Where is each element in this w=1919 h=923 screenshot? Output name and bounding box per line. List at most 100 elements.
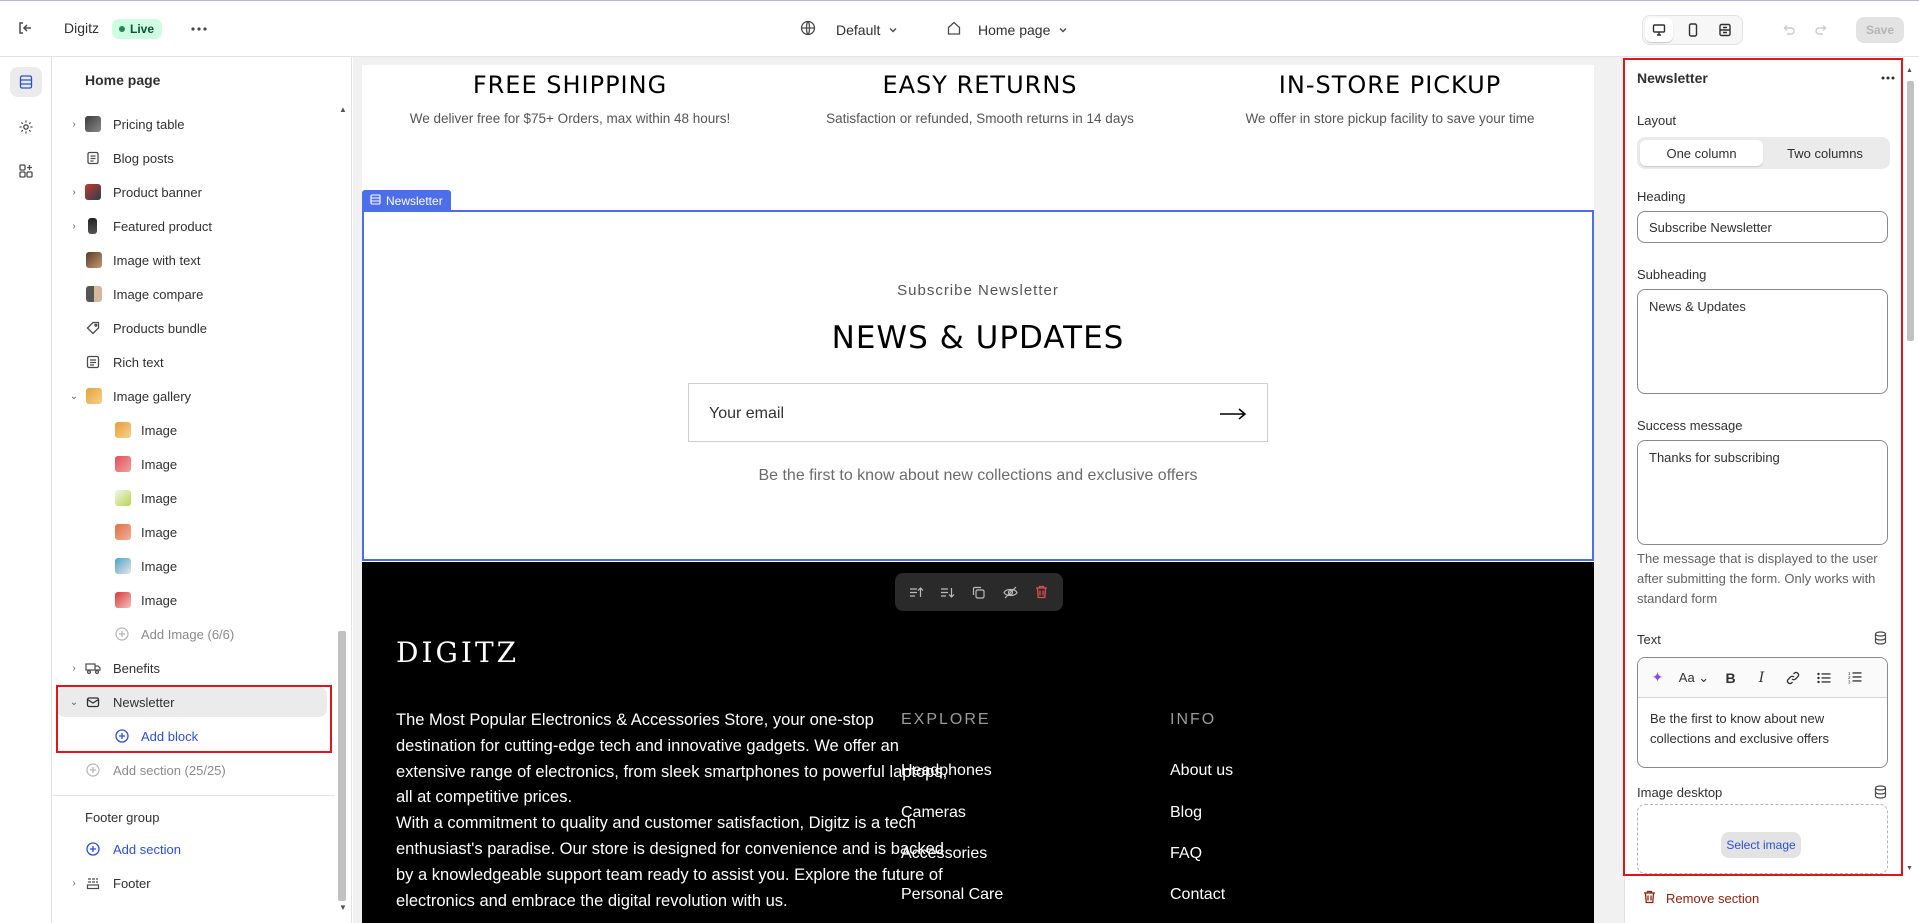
footer-link[interactable]: FAQ: [1170, 845, 1202, 863]
sidebar-item-label: Image compare: [113, 286, 204, 302]
undo-icon[interactable]: [1776, 18, 1800, 42]
sidebar-item-featured-product[interactable]: › Featured product: [53, 211, 333, 241]
sidebar-item-label: Footer: [113, 875, 151, 891]
move-up-icon[interactable]: [907, 582, 927, 602]
scroll-down-icon[interactable]: ▼: [1906, 865, 1913, 872]
duplicate-icon[interactable]: [969, 582, 989, 602]
apps-icon[interactable]: [10, 156, 42, 186]
divider: [53, 795, 335, 796]
mobile-icon[interactable]: [1679, 18, 1707, 42]
icon-rail: [0, 57, 52, 923]
footer-paragraph: The Most Popular Electronics & Accessori…: [396, 711, 948, 807]
chevron-right-icon[interactable]: ›: [69, 187, 79, 198]
highlight-box: [56, 685, 332, 753]
footer-link[interactable]: Cameras: [901, 804, 966, 822]
feature-free-shipping: FREE SHIPPING We deliver free for $75+ O…: [365, 71, 775, 126]
footer-link[interactable]: About us: [1170, 762, 1233, 780]
exit-icon[interactable]: [12, 15, 38, 41]
section-toolbar: [895, 573, 1063, 611]
sidebar-item-image[interactable]: Image: [53, 483, 333, 513]
footer-link[interactable]: Accessories: [901, 845, 987, 863]
save-button[interactable]: Save: [1856, 17, 1904, 43]
newsletter-section[interactable]: Subscribe Newsletter NEWS & UPDATES Your…: [362, 210, 1594, 561]
sidebar-item-footer[interactable]: › Footer: [53, 868, 333, 898]
section-thumbnail-icon: [86, 286, 102, 302]
scroll-up-icon[interactable]: ▲: [1906, 67, 1913, 74]
chevron-right-icon[interactable]: ›: [69, 663, 79, 674]
scrollbar-thumb[interactable]: [1907, 81, 1914, 341]
email-input[interactable]: Your email: [688, 383, 1268, 442]
add-footer-section-button[interactable]: Add section: [53, 834, 333, 864]
settings-scrollbar[interactable]: ▲ ▼: [1906, 67, 1915, 875]
feature-text: Satisfaction or refunded, Smooth returns…: [826, 111, 1134, 126]
sidebar-item-image[interactable]: Image: [53, 585, 333, 615]
hide-icon[interactable]: [1000, 582, 1020, 602]
newsletter-subheading: Subscribe Newsletter: [897, 282, 1059, 299]
more-options-icon[interactable]: [186, 16, 212, 42]
sidebar-item-product-banner[interactable]: › Product banner: [53, 177, 333, 207]
sidebar-item-label: Image: [141, 490, 178, 506]
live-dot-icon: [119, 26, 125, 32]
text-block-icon: [86, 355, 102, 371]
sidebar-item-image[interactable]: Image: [53, 551, 333, 581]
plus-circle-icon: [86, 763, 102, 779]
feature-title: IN-STORE PICKUP: [1278, 71, 1502, 99]
feature-title: EASY RETURNS: [882, 71, 1078, 99]
chevron-right-icon[interactable]: ›: [69, 119, 79, 130]
submit-arrow-icon[interactable]: [1219, 400, 1247, 428]
block-thumbnail-icon: [115, 524, 131, 540]
add-section-button-disabled[interactable]: Add section (25/25): [53, 755, 333, 785]
page-title: Home page: [85, 72, 161, 88]
theme-dropdown[interactable]: Default: [800, 20, 898, 39]
sidebar-item-label: Image gallery: [113, 388, 192, 404]
sidebar-item-label: Pricing table: [113, 116, 185, 132]
page-dropdown[interactable]: Home page: [946, 20, 1068, 39]
sidebar-item-benefits[interactable]: › Benefits: [53, 653, 333, 683]
footer-link[interactable]: Personal Care: [901, 886, 1003, 904]
sidebar-item-image-with-text[interactable]: Image with text: [53, 245, 333, 275]
sidebar-item-label: Products bundle: [113, 320, 207, 336]
redo-icon[interactable]: [1810, 18, 1834, 42]
status-badge: Live: [112, 19, 163, 39]
footer-link[interactable]: Blog: [1170, 804, 1202, 822]
theme-settings-icon[interactable]: [10, 112, 42, 142]
feature-text: We offer in store pickup facility to sav…: [1245, 111, 1535, 126]
plus-circle-icon: [115, 627, 131, 643]
sidebar-item-image[interactable]: Image: [53, 415, 333, 445]
footer-link[interactable]: Contact: [1170, 886, 1225, 904]
sidebar-item-pricing-table[interactable]: › Pricing table: [53, 109, 333, 139]
selected-section-tag-label: Newsletter: [386, 193, 443, 208]
scroll-up-icon[interactable]: ▲: [339, 105, 347, 114]
page-dropdown-label: Home page: [978, 21, 1051, 38]
sidebar-scrollbar[interactable]: ▲ ▼: [337, 105, 347, 913]
desktop-icon[interactable]: [1645, 18, 1673, 42]
chevron-down-icon: [888, 22, 898, 38]
remove-section-button[interactable]: Remove section: [1643, 890, 1759, 907]
fullscreen-icon[interactable]: [1711, 18, 1739, 42]
sidebar-item-blog-posts[interactable]: Blog posts: [53, 143, 333, 173]
footer-link[interactable]: Headphones: [901, 762, 992, 780]
sidebar-item-label: Featured product: [113, 218, 213, 234]
sidebar-item-image[interactable]: Image: [53, 517, 333, 547]
sidebar-item-rich-text[interactable]: Rich text: [53, 347, 333, 377]
footer-logo[interactable]: DIGITZ: [396, 636, 519, 669]
scrollbar-thumb[interactable]: [338, 631, 346, 901]
footer-group-title: Footer group: [85, 810, 160, 825]
sidebar-item-image-compare[interactable]: Image compare: [53, 279, 333, 309]
top-bar: Digitz Live Default Home page Save: [0, 0, 1919, 57]
delete-icon[interactable]: [1031, 582, 1051, 602]
sidebar-item-products-bundle[interactable]: Products bundle: [53, 313, 333, 343]
sections-icon[interactable]: [10, 67, 42, 97]
highlight-box: [1623, 58, 1903, 876]
add-image-button[interactable]: Add Image (6/6): [53, 619, 333, 649]
chevron-right-icon[interactable]: ›: [69, 221, 79, 232]
sidebar-item-image-gallery[interactable]: ⌄ Image gallery: [53, 381, 333, 411]
move-down-icon[interactable]: [938, 582, 958, 602]
storefront-preview: FREE SHIPPING We deliver free for $75+ O…: [362, 65, 1594, 923]
scroll-down-icon[interactable]: ▼: [339, 903, 347, 912]
sidebar-item-image[interactable]: Image: [53, 449, 333, 479]
selected-section-tag[interactable]: Newsletter: [362, 190, 451, 211]
chevron-right-icon[interactable]: ›: [69, 878, 79, 889]
chevron-down-icon[interactable]: ⌄: [69, 391, 79, 402]
plus-circle-icon: [86, 842, 102, 858]
